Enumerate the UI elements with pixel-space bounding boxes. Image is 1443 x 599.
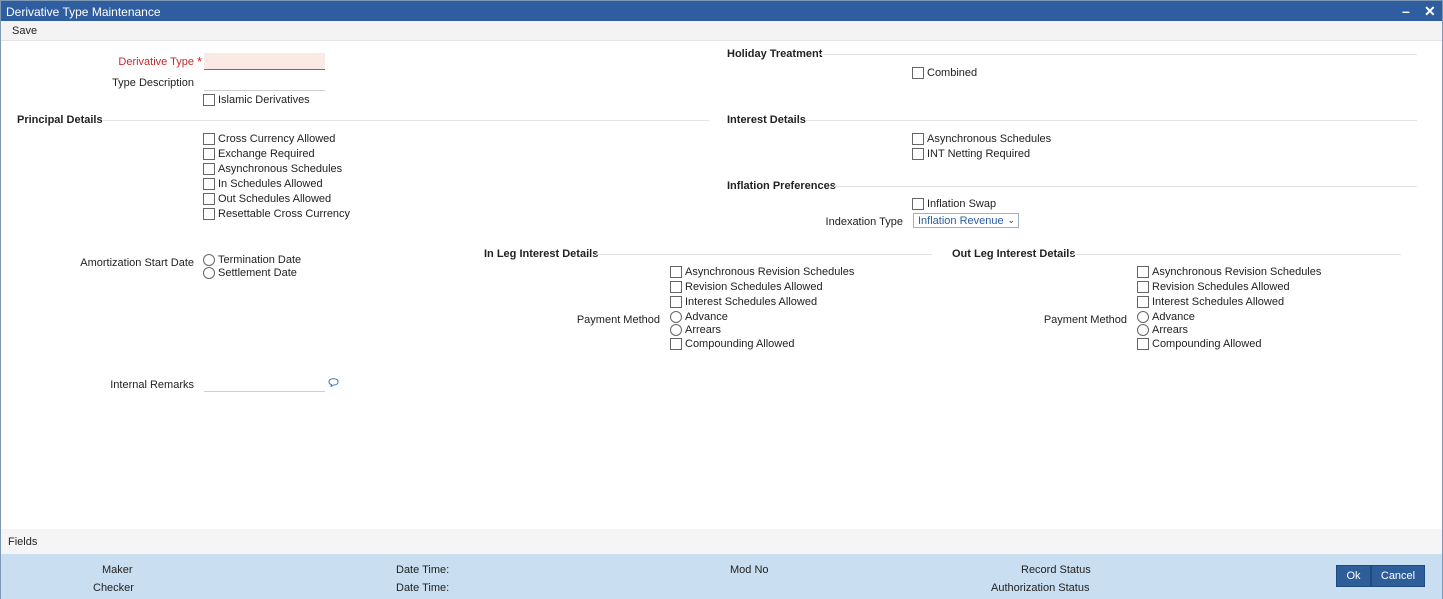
- in-leg-revision-schedules-allowed-checkbox[interactable]: [670, 281, 682, 293]
- checker-label: Checker: [93, 582, 134, 594]
- in-leg-compounding-allowed-label: Compounding Allowed: [685, 338, 795, 350]
- window-title: Derivative Type Maintenance: [6, 5, 161, 19]
- settlement-date-radio[interactable]: [203, 267, 215, 279]
- out-leg-arrears-label: Arrears: [1152, 324, 1189, 336]
- combined-checkbox[interactable]: [912, 67, 924, 79]
- in-schedules-allowed-checkbox[interactable]: [203, 178, 215, 190]
- islamic-derivatives-checkbox[interactable]: [203, 94, 215, 106]
- out-leg-interest-details-heading: Out Leg Interest Details: [952, 248, 1076, 260]
- combined-label: Combined: [927, 67, 978, 79]
- minimize-icon[interactable]: –: [1402, 3, 1410, 19]
- section-divider: [596, 254, 932, 255]
- interest-asynchronous-schedules-checkbox[interactable]: [912, 133, 924, 145]
- type-description-label: Type Description: [112, 77, 194, 89]
- cancel-button[interactable]: Cancel: [1371, 565, 1425, 587]
- out-leg-revision-schedules-allowed-checkbox[interactable]: [1137, 281, 1149, 293]
- derivative-type-label: Derivative Type: [118, 56, 194, 68]
- in-schedules-allowed-label: In Schedules Allowed: [218, 178, 323, 190]
- resettable-cross-currency-checkbox[interactable]: [203, 208, 215, 220]
- out-leg-interest-schedules-allowed-checkbox[interactable]: [1137, 296, 1149, 308]
- section-divider: [806, 120, 1417, 121]
- fields-bar: Fields: [1, 529, 1442, 554]
- chevron-down-icon: ⌄: [1007, 215, 1015, 225]
- exchange-required-checkbox[interactable]: [203, 148, 215, 160]
- in-leg-interest-schedules-allowed-checkbox[interactable]: [670, 296, 682, 308]
- out-leg-advance-label: Advance: [1152, 311, 1195, 323]
- out-leg-async-revision-schedules-label: Asynchronous Revision Schedules: [1152, 266, 1322, 278]
- in-leg-interest-details-heading: In Leg Interest Details: [484, 248, 599, 260]
- holiday-treatment-heading: Holiday Treatment: [727, 48, 823, 60]
- exchange-required-label: Exchange Required: [218, 148, 315, 160]
- in-leg-arrears-radio[interactable]: [670, 324, 682, 336]
- save-button[interactable]: Save: [12, 25, 37, 37]
- internal-remarks-label: Internal Remarks: [110, 379, 194, 391]
- amortization-start-date-label: Amortization Start Date: [80, 257, 194, 269]
- section-divider: [103, 120, 709, 121]
- out-leg-async-revision-schedules-checkbox[interactable]: [1137, 266, 1149, 278]
- int-netting-required-label: INT Netting Required: [927, 148, 1031, 160]
- in-leg-advance-radio[interactable]: [670, 311, 682, 323]
- settlement-date-label: Settlement Date: [218, 267, 297, 279]
- inflation-swap-checkbox[interactable]: [912, 198, 924, 210]
- termination-date-label: Termination Date: [218, 254, 302, 266]
- principal-asynchronous-schedules-label: Asynchronous Schedules: [218, 163, 343, 175]
- authorization-status-label: Authorization Status: [991, 582, 1090, 594]
- section-divider: [819, 54, 1417, 55]
- in-leg-async-revision-schedules-label: Asynchronous Revision Schedules: [685, 266, 855, 278]
- in-leg-interest-schedules-allowed-label: Interest Schedules Allowed: [685, 296, 818, 308]
- out-leg-compounding-allowed-label: Compounding Allowed: [1152, 338, 1262, 350]
- fields-link[interactable]: Fields: [8, 536, 37, 548]
- toolbar: Save: [1, 21, 1442, 41]
- indexation-type-label: Indexation Type: [825, 216, 903, 228]
- interest-details-heading: Interest Details: [727, 114, 806, 126]
- indexation-type-value: Inflation Revenue: [918, 215, 1004, 227]
- out-leg-compounding-allowed-checkbox[interactable]: [1137, 338, 1149, 350]
- in-leg-revision-schedules-allowed-label: Revision Schedules Allowed: [685, 281, 823, 293]
- out-schedules-allowed-checkbox[interactable]: [203, 193, 215, 205]
- inflation-swap-label: Inflation Swap: [927, 198, 997, 210]
- out-leg-revision-schedules-allowed-label: Revision Schedules Allowed: [1152, 281, 1290, 293]
- close-icon[interactable]: ✕: [1424, 3, 1436, 20]
- principal-details-heading: Principal Details: [17, 114, 103, 126]
- ok-button[interactable]: Ok: [1336, 565, 1371, 587]
- checker-date-time-label: Date Time:: [396, 582, 450, 594]
- in-leg-payment-method-label: Payment Method: [576, 314, 660, 326]
- out-leg-arrears-radio[interactable]: [1137, 324, 1149, 336]
- section-divider: [834, 186, 1417, 187]
- in-leg-async-revision-schedules-checkbox[interactable]: [670, 266, 682, 278]
- out-leg-payment-method-label: Payment Method: [1043, 314, 1127, 326]
- section-divider: [1072, 254, 1401, 255]
- cross-currency-allowed-checkbox[interactable]: [203, 133, 215, 145]
- maker-label: Maker: [102, 564, 133, 576]
- islamic-derivatives-label: Islamic Derivatives: [218, 94, 310, 106]
- mod-no-label: Mod No: [730, 564, 769, 576]
- out-leg-advance-radio[interactable]: [1137, 311, 1149, 323]
- audit-footer: Maker Checker Date Time: Date Time: Mod …: [1, 554, 1442, 599]
- cross-currency-allowed-label: Cross Currency Allowed: [218, 133, 336, 145]
- interest-asynchronous-schedules-label: Asynchronous Schedules: [927, 133, 1052, 145]
- out-schedules-allowed-label: Out Schedules Allowed: [218, 193, 332, 205]
- derivative-type-input[interactable]: [204, 53, 325, 70]
- termination-date-radio[interactable]: [203, 254, 215, 266]
- type-description-input[interactable]: [204, 74, 325, 91]
- maker-date-time-label: Date Time:: [396, 564, 450, 576]
- resettable-cross-currency-label: Resettable Cross Currency: [218, 208, 351, 220]
- record-status-label: Record Status: [1021, 564, 1091, 576]
- int-netting-required-checkbox[interactable]: [912, 148, 924, 160]
- inflation-preferences-heading: Inflation Preferences: [727, 180, 836, 192]
- indexation-type-select[interactable]: Inflation Revenue ⌄: [913, 213, 1019, 228]
- required-mark: *: [197, 54, 203, 69]
- title-bar: Derivative Type Maintenance – ✕: [1, 1, 1442, 21]
- principal-asynchronous-schedules-checkbox[interactable]: [203, 163, 215, 175]
- internal-remarks-input[interactable]: [204, 375, 325, 392]
- in-leg-advance-label: Advance: [685, 311, 728, 323]
- in-leg-arrears-label: Arrears: [685, 324, 722, 336]
- in-leg-compounding-allowed-checkbox[interactable]: [670, 338, 682, 350]
- speech-bubble-icon[interactable]: [328, 378, 339, 387]
- out-leg-interest-schedules-allowed-label: Interest Schedules Allowed: [1152, 296, 1285, 308]
- derivative-type-maintenance-window: Derivative Type Maintenance – ✕ Save Der…: [0, 0, 1443, 599]
